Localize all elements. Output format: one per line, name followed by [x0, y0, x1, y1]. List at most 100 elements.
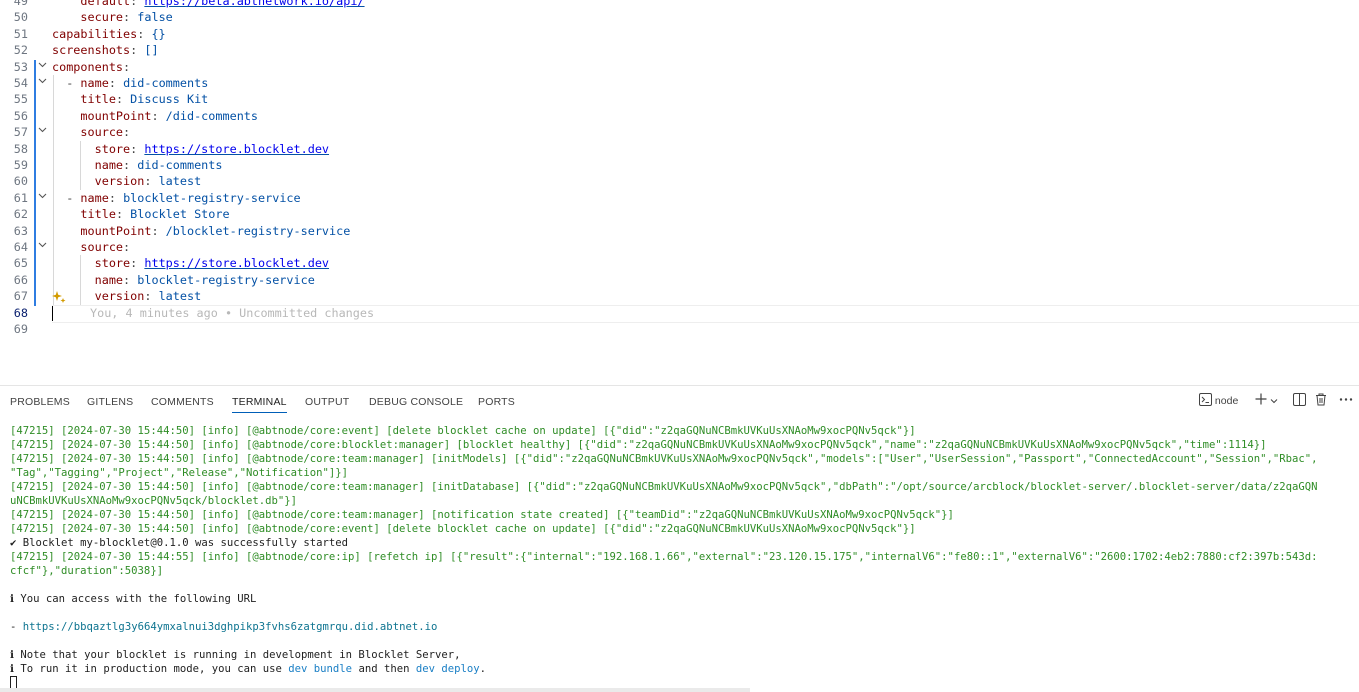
- yaml-link[interactable]: https://store.blocklet.dev: [144, 256, 329, 270]
- panel-tabs: PROBLEMS GITLENS COMMENTS TERMINAL OUTPU…: [0, 386, 1359, 416]
- editor-line[interactable]: 51 capabilities: {}: [0, 26, 1359, 42]
- terminal-line: "Tag","Tagging","Project","Release","Not…: [10, 467, 349, 479]
- sparkle-icon[interactable]: [52, 289, 66, 304]
- line-code: name: did-comments: [94, 158, 223, 172]
- split-icon: [1293, 393, 1306, 406]
- code-editor[interactable]: 49 default: https://beta.abtnetwork.io/a…: [0, 0, 1359, 385]
- line-number: 60: [13, 174, 28, 189]
- terminal-line: [47215] [2024-07-30 15:44:55] [info] [@a…: [10, 551, 1318, 563]
- editor-line[interactable]: 50 secure: false: [0, 9, 1359, 25]
- add-icon: [1255, 393, 1267, 405]
- yaml-link[interactable]: https://beta.abtnetwork.io/api/: [144, 0, 364, 8]
- editor-line[interactable]: 49 default: https://beta.abtnetwork.io/a…: [0, 0, 1359, 9]
- yaml-value: Blocklet Store: [130, 207, 230, 222]
- yaml-key: title: [80, 92, 116, 107]
- line-code: mountPoint: /did-comments: [80, 108, 259, 123]
- terminal-line: ℹ Note that your blocklet is running in …: [10, 649, 461, 661]
- split-terminal-button[interactable]: [1293, 393, 1306, 409]
- tab-ports[interactable]: PORTS: [478, 396, 515, 408]
- new-terminal-button[interactable]: [1255, 393, 1278, 408]
- editor-line[interactable]: 62 title: Blocklet Store: [0, 206, 1359, 222]
- yaml-key: version: [94, 289, 145, 304]
- fold-chevron-icon[interactable]: [36, 190, 48, 206]
- line-number: 63: [13, 223, 28, 238]
- line-code: components:: [52, 59, 131, 74]
- terminal-url-link[interactable]: https://bbqaztlg3y664ymxalnui3dghpikp3fv…: [23, 621, 438, 633]
- tab-debug-console[interactable]: DEBUG CONSOLE: [369, 396, 463, 408]
- yaml-value: did-comments: [123, 76, 209, 90]
- line-number: 67: [13, 289, 28, 304]
- line-number: 57: [13, 125, 28, 140]
- editor-line[interactable]: 52 screenshots: []: [0, 42, 1359, 58]
- line-number: 56: [13, 108, 28, 123]
- yaml-value: latest: [158, 289, 202, 304]
- yaml-link[interactable]: https://store.blocklet.dev: [144, 142, 329, 156]
- editor-line[interactable]: 53 components:: [0, 59, 1359, 75]
- terminal-line: ✔ Blocklet my-blocklet@0.1.0 was success…: [10, 537, 349, 549]
- editor-line[interactable]: 66 name: blocklet-registry-service: [0, 272, 1359, 288]
- line-number: 51: [13, 26, 28, 41]
- tab-terminal[interactable]: TERMINAL: [232, 396, 287, 413]
- editor-line[interactable]: 68 You, 4 minutes ago • Uncommitted chang…: [0, 304, 1359, 323]
- fold-chevron-icon[interactable]: [36, 124, 48, 140]
- kill-terminal-button[interactable]: [1315, 393, 1327, 409]
- more-actions-button[interactable]: [1339, 393, 1353, 409]
- editor-line[interactable]: 54 - name: did-comments: [0, 75, 1359, 91]
- editor-line[interactable]: 63 mountPoint: /blocklet-registry-servic…: [0, 223, 1359, 239]
- terminal-command: dev deploy: [415, 663, 480, 675]
- terminal-scrollbar[interactable]: [0, 688, 750, 692]
- editor-line[interactable]: 55 title: Discuss Kit: [0, 91, 1359, 107]
- line-number: 59: [13, 158, 28, 172]
- yaml-key: name: [94, 272, 124, 287]
- editor-line[interactable]: 65 store: https://store.blocklet.dev: [0, 255, 1359, 271]
- tab-gitlens[interactable]: GITLENS: [87, 396, 133, 408]
- terminal-line: cfcf"},"duration":5038}]: [10, 565, 164, 577]
- editor-line[interactable]: 60 version: latest: [0, 173, 1359, 189]
- line-number: 52: [13, 43, 28, 58]
- line-number: 53: [13, 59, 28, 74]
- editor-line[interactable]: 61 - name: blocklet-registry-service: [0, 190, 1359, 206]
- line-number: 55: [13, 92, 28, 107]
- yaml-key: name: [94, 158, 124, 172]
- yaml-value: /did-comments: [165, 108, 259, 123]
- fold-chevron-icon[interactable]: [36, 239, 48, 255]
- yaml-key: version: [94, 174, 145, 189]
- line-code: secure: false: [80, 10, 173, 25]
- line-code: version: latest: [94, 289, 202, 304]
- tab-comments[interactable]: COMMENTS: [151, 396, 214, 408]
- terminal-output[interactable]: [47215] [2024-07-30 15:44:50] [info] [@a…: [10, 424, 1349, 691]
- tab-output[interactable]: OUTPUT: [305, 396, 349, 408]
- yaml-key: name: [80, 76, 109, 90]
- text-cursor: [52, 305, 53, 321]
- line-code: You, 4 minutes ago • Uncommitted changes: [52, 305, 374, 321]
- yaml-key: store: [94, 141, 131, 156]
- yaml-key: source: [80, 125, 124, 140]
- editor-line[interactable]: 58 store: https://store.blocklet.dev: [0, 141, 1359, 157]
- fold-chevron-icon[interactable]: [36, 75, 48, 91]
- yaml-key: mountPoint: [80, 223, 152, 238]
- terminal-line: [47215] [2024-07-30 15:44:50] [info] [@a…: [10, 509, 954, 521]
- fold-chevron-icon[interactable]: [36, 59, 48, 75]
- editor-line[interactable]: 57 source:: [0, 124, 1359, 140]
- line-number: 58: [13, 141, 28, 156]
- line-code: store: https://store.blocklet.dev: [94, 141, 330, 156]
- tab-problems[interactable]: PROBLEMS: [10, 396, 70, 408]
- line-number: 64: [13, 240, 28, 254]
- line-number: 54: [13, 76, 28, 90]
- editor-line[interactable]: 64 source:: [0, 239, 1359, 255]
- trash-icon: [1316, 393, 1326, 406]
- yaml-key: mountPoint: [80, 108, 152, 123]
- line-code: name: blocklet-registry-service: [94, 272, 315, 287]
- git-blame-annotation: You, 4 minutes ago • Uncommitted changes: [90, 305, 375, 320]
- editor-line[interactable]: 59 name: did-comments: [0, 157, 1359, 173]
- editor-line[interactable]: 69: [0, 321, 1359, 337]
- line-code: capabilities: {}: [52, 26, 166, 41]
- line-number: 50: [13, 10, 28, 25]
- editor-line[interactable]: 56 mountPoint: /did-comments: [0, 108, 1359, 124]
- line-number: 66: [13, 272, 28, 287]
- line-code: - name: did-comments: [52, 76, 209, 90]
- terminal-selector[interactable]: node: [1199, 393, 1238, 407]
- line-code: title: Blocklet Store: [80, 207, 230, 222]
- editor-line[interactable]: 67 version: latest: [0, 288, 1359, 304]
